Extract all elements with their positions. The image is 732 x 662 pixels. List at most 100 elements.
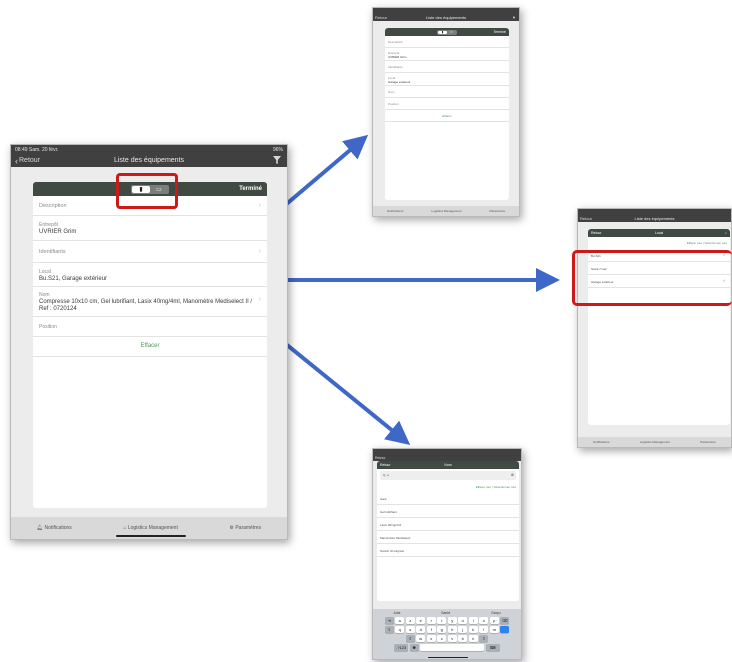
top-tab-settings[interactable]: Paramètres — [489, 209, 505, 213]
hide-keyboard-key[interactable]: ⌨ — [485, 644, 500, 651]
right-sheet-back[interactable]: Retour — [591, 231, 602, 235]
key[interactable]: n — [468, 635, 478, 642]
keyboard-row-3: ⇧ w x c v b n ⇧ — [373, 635, 521, 642]
bottom-item-1[interactable]: Gel lubrifiant — [377, 505, 519, 518]
filter-icon[interactable] — [273, 155, 281, 166]
space-key[interactable] — [420, 644, 485, 651]
tab-notifications[interactable]: 🔔︎ Notifications — [37, 525, 72, 531]
key[interactable]: w — [416, 635, 426, 642]
bottom-item-0[interactable]: Gant — [377, 492, 519, 505]
top-tab-notifications[interactable]: Notifications — [387, 209, 403, 213]
top-segmented[interactable]: ▮ ▭ — [437, 29, 457, 35]
key[interactable]: g — [437, 626, 447, 633]
clear-search-icon[interactable]: ⊗ — [511, 472, 514, 477]
key[interactable]: q — [395, 626, 405, 633]
row-identifiants[interactable]: Identifiants › — [33, 241, 267, 263]
row-entrepot[interactable]: Entrepôt UVRIER Grim — [33, 216, 267, 241]
key[interactable]: c — [437, 635, 447, 642]
top-row-3[interactable]: Local Garage extérieur — [385, 73, 509, 86]
key[interactable]: f — [426, 626, 436, 633]
right-tab-logistics[interactable]: Logistics Management — [640, 440, 670, 444]
top-nav-bar: Retour Liste des équipements ▼ — [373, 13, 519, 21]
top-row-5[interactable]: Position — [385, 98, 509, 110]
done-button[interactable]: Terminé — [239, 186, 262, 192]
key[interactable]: s — [405, 626, 415, 633]
right-back-button[interactable]: Retour — [580, 216, 592, 221]
tab-settings[interactable]: ⚙ Paramètres — [229, 525, 261, 531]
keyboard-row-2: ⇪ q s d f g h j k l m — [373, 626, 521, 633]
key[interactable]: v — [447, 635, 457, 642]
bottom-nav-bar: Retour — [373, 454, 521, 461]
status-date: Sam. 20 févr. — [28, 146, 59, 153]
highlight-local-list — [572, 250, 732, 306]
bottom-home-indicator — [428, 656, 468, 658]
top-row-2[interactable]: Identifiants — [385, 61, 509, 73]
back-button[interactable]: ‹ Retour — [15, 156, 40, 166]
key[interactable]: y — [447, 617, 457, 624]
keyboard-row-1: ⇥ a z e r t y u i o p ⌫ — [373, 617, 521, 624]
chevron-right-icon: › — [258, 202, 261, 209]
gear-icon: ⚙ — [229, 525, 234, 531]
key[interactable]: r — [426, 617, 436, 624]
backspace-key[interactable]: ⌫ — [500, 617, 510, 624]
top-filter-icon[interactable]: ▼ — [512, 15, 516, 20]
key[interactable]: l — [479, 626, 489, 633]
key[interactable]: p — [489, 617, 499, 624]
bottom-sheet-title: Nom — [444, 463, 452, 467]
right-select-all[interactable]: Sélectionner tout — [704, 241, 727, 245]
key[interactable]: h — [447, 626, 457, 633]
top-row-0[interactable]: Description — [385, 36, 509, 48]
globe-icon[interactable]: 🌐︎ — [409, 644, 419, 651]
key[interactable]: m — [489, 626, 499, 633]
key[interactable]: d — [416, 626, 426, 633]
caps-key[interactable]: ⇪ — [384, 626, 394, 633]
right-tab-settings[interactable]: Paramètres — [700, 440, 716, 444]
return-key[interactable] — [500, 626, 510, 633]
shift-key[interactable]: ⇧ — [405, 635, 415, 642]
bottom-item-3[interactable]: Manomètre Mediselect — [377, 531, 519, 544]
top-tab-bar: Notifications Logistics Management Param… — [373, 206, 519, 216]
tab-key[interactable]: ⇥ — [384, 617, 394, 624]
bottom-sheet-back[interactable]: Retour — [380, 463, 391, 467]
bottom-clear-all[interactable]: Effacer tout — [476, 485, 491, 489]
top-tab-logistics[interactable]: Logistics Management — [431, 209, 461, 213]
top-page-title: Liste des équipements — [425, 14, 467, 20]
right-tab-notifications[interactable]: Notifications — [593, 440, 609, 444]
top-sheet: ▮ ▭ Terminé Description Entrepôt UVRIER G… — [385, 28, 509, 200]
top-clear-button[interactable]: Effacer — [385, 110, 509, 122]
key[interactable]: x — [426, 635, 436, 642]
right-search-icon[interactable]: ⌕ — [725, 231, 727, 235]
right-clear-all[interactable]: Effacer tout — [687, 241, 702, 245]
filter-sheet: ▮ ▭ Terminé Description › Entrepôt UVRIER… — [33, 182, 267, 508]
bottom-select-all[interactable]: Sélectionner tout — [493, 485, 516, 489]
top-back-button[interactable]: Retour — [375, 15, 387, 20]
key[interactable]: i — [468, 617, 478, 624]
clear-button[interactable]: Effacer — [33, 337, 267, 357]
bottom-item-4[interactable]: Scotch chirurgical — [377, 544, 519, 557]
keyboard: Jolis Santé Garçu ⇥ a z e r t y u i o p … — [373, 609, 521, 659]
key[interactable]: e — [416, 617, 426, 624]
chevron-left-icon: ‹ — [15, 155, 18, 166]
top-row-4[interactable]: Nom — [385, 86, 509, 98]
tab-logistics[interactable]: ⌂ Logistics Management — [123, 525, 177, 531]
bottom-tablet: Retour Retour Nom Q, a ⊗ Effacer tout | … — [372, 448, 522, 660]
row-local[interactable]: Local Bu.S21, Garage extérieur — [33, 263, 267, 287]
key[interactable]: j — [458, 626, 468, 633]
key[interactable]: k — [468, 626, 478, 633]
shift-key-right[interactable]: ⇧ — [479, 635, 489, 642]
bottom-item-2[interactable]: Lasix 40mg/4ml — [377, 518, 519, 531]
top-done-button[interactable]: Terminé — [494, 30, 506, 34]
key[interactable]: b — [458, 635, 468, 642]
row-position[interactable]: Position — [33, 317, 267, 337]
status-battery: 96% — [272, 146, 283, 153]
bottom-back-button[interactable]: Retour — [375, 456, 386, 460]
numbers-key[interactable]: .?123 — [394, 644, 409, 651]
top-row-1[interactable]: Entrepôt UVRIER Grim — [385, 48, 509, 61]
key[interactable]: u — [458, 617, 468, 624]
key[interactable]: t — [437, 617, 447, 624]
key[interactable]: o — [479, 617, 489, 624]
key[interactable]: z — [405, 617, 415, 624]
key[interactable]: a — [395, 617, 405, 624]
bottom-search-field[interactable]: Q, a ⊗ — [380, 471, 516, 480]
row-nom[interactable]: Nom Compresse 10x10 cm, Gel lubrifiant, … — [33, 287, 267, 317]
